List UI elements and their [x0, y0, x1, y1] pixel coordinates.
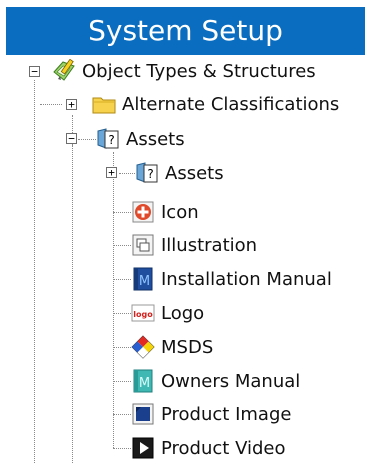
folder-icon: [92, 97, 116, 114]
tree-node-product-image[interactable]: Product Image: [131, 399, 291, 429]
tree-connector: [113, 347, 131, 348]
tree-node-installation-manual[interactable]: M Installation Manual: [131, 264, 332, 294]
collapse-toggle[interactable]: −: [66, 133, 77, 144]
tree-connector: [113, 414, 131, 415]
svg-text:M: M: [139, 376, 150, 391]
tree-node-label: Installation Manual: [161, 268, 332, 290]
product-video-icon: [132, 437, 154, 459]
tree-connector: [78, 139, 96, 140]
tree-node-assets-sub[interactable]: ? Assets: [135, 158, 224, 188]
assets-icon: ?: [136, 162, 158, 183]
owners-manual-icon: M: [133, 369, 153, 393]
svg-text:?: ?: [147, 167, 153, 181]
tree-node-msds[interactable]: MSDS: [131, 332, 213, 362]
tree-node-logo[interactable]: logo Logo: [131, 298, 204, 328]
tree-node-icon[interactable]: Icon: [131, 197, 199, 227]
tree-node-alternate-classifications[interactable]: Alternate Classifications: [92, 89, 339, 119]
tree-node-label: MSDS: [161, 336, 214, 358]
tree-connector: [113, 381, 131, 382]
tree-node-label: Product Image: [161, 403, 292, 425]
tree-connector: [113, 313, 131, 314]
tree-node-object-types[interactable]: Object Types & Structures: [52, 56, 316, 86]
collapse-toggle[interactable]: −: [29, 66, 40, 77]
icon-type-icon: [132, 201, 154, 223]
object-types-icon: [53, 59, 75, 81]
tree-node-label: Object Types & Structures: [82, 60, 316, 82]
expand-toggle[interactable]: +: [66, 99, 77, 110]
tree-node-label: Product Video: [161, 437, 286, 459]
tree-connector: [113, 448, 131, 449]
tree-node-illustration[interactable]: Illustration: [131, 230, 257, 260]
tree-node-label: Illustration: [161, 234, 258, 256]
tree-connector: [113, 279, 131, 280]
tree-node-label: Alternate Classifications: [122, 93, 340, 115]
tree-node-label: Logo: [161, 302, 205, 324]
tree-connector: [40, 104, 62, 105]
installation-manual-icon: M: [133, 267, 153, 291]
tree-connector: [113, 152, 114, 448]
tree-connector: [113, 245, 131, 246]
tree-node-owners-manual[interactable]: M Owners Manual: [131, 366, 300, 396]
svg-text:M: M: [139, 274, 150, 289]
tree-node-label: Owners Manual: [161, 370, 301, 392]
product-image-icon: [132, 403, 154, 425]
object-types-tree: − Object Types & Structures + Alternate …: [0, 0, 367, 463]
svg-text:?: ?: [108, 133, 114, 147]
tree-connector: [113, 212, 131, 213]
tree-connector: [119, 173, 135, 174]
tree-connector: [34, 80, 35, 463]
logo-icon: logo: [131, 304, 155, 322]
assets-icon: ?: [97, 128, 119, 149]
illustration-icon: [132, 234, 154, 256]
tree-node-product-video[interactable]: Product Video: [131, 433, 286, 463]
expand-toggle[interactable]: +: [106, 167, 117, 178]
tree-node-label: Assets: [165, 162, 224, 184]
tree-connector: [72, 145, 73, 463]
tree-node-label: Assets: [126, 128, 185, 150]
tree-node-label: Icon: [161, 201, 199, 223]
tree-node-assets[interactable]: ? Assets: [96, 124, 185, 154]
msds-icon: [131, 335, 155, 359]
svg-text:logo: logo: [133, 310, 153, 319]
